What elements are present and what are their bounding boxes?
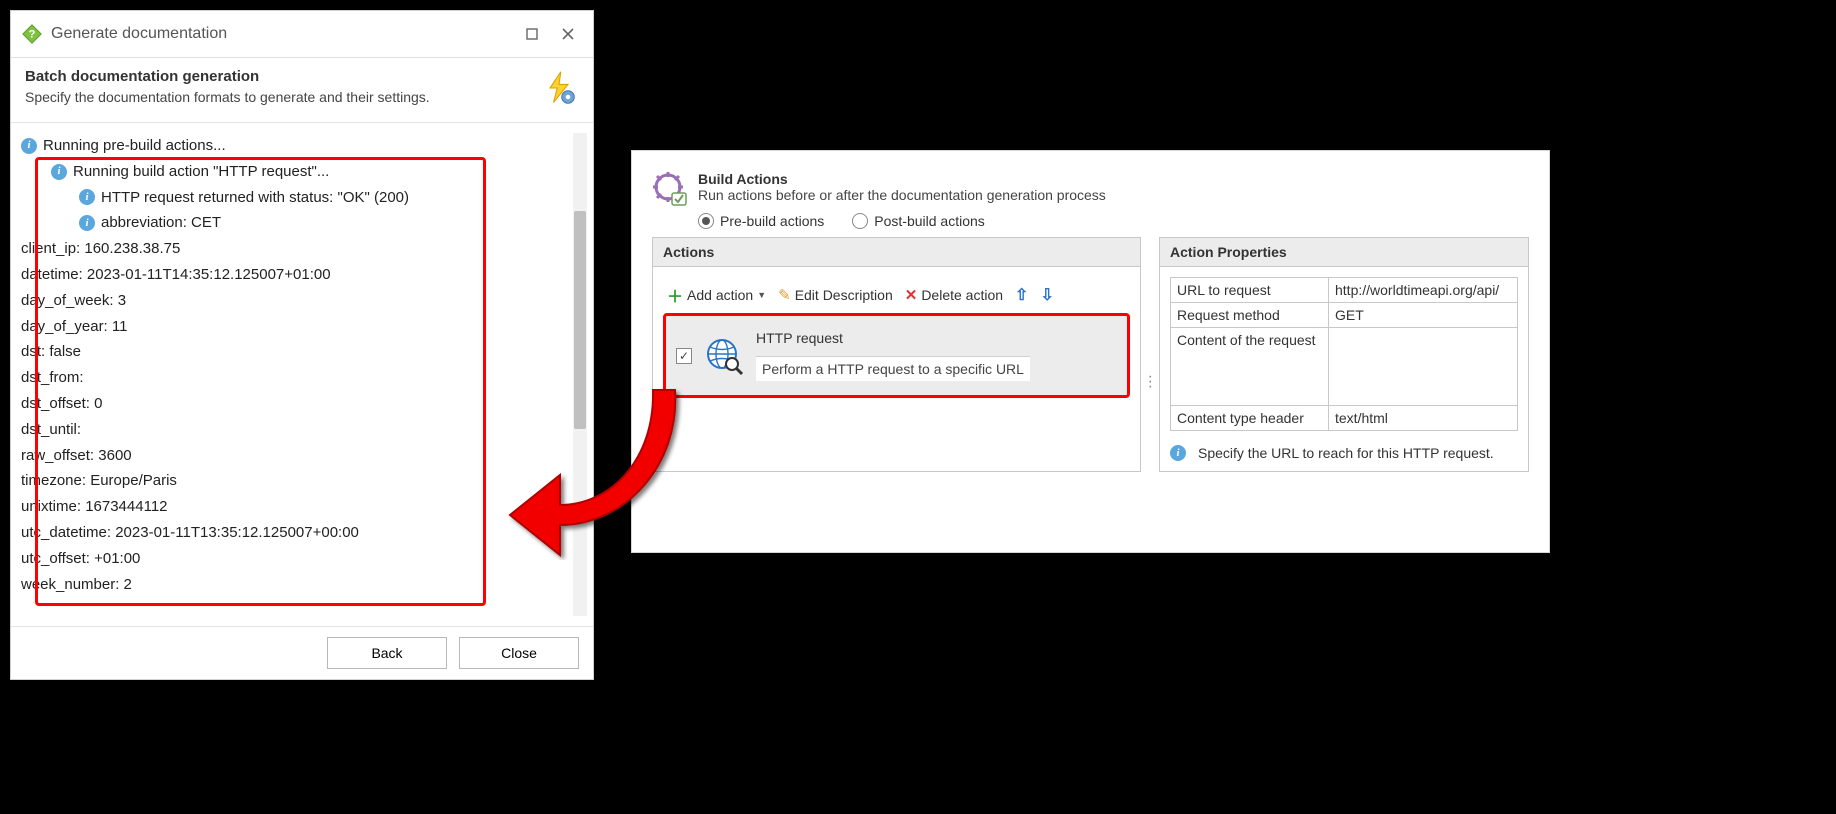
log-line: week_number: 2 [21,572,587,598]
properties-header: Action Properties [1160,238,1528,267]
action-checkbox[interactable]: ✓ [676,348,692,364]
prop-label: URL to request [1171,278,1329,303]
edit-description-button[interactable]: ✎ Edit Description [774,284,897,306]
info-icon: i [51,164,67,180]
arrow-up-icon: ⇧ [1015,285,1028,305]
prop-label: Request method [1171,303,1329,328]
prop-value-ctype[interactable]: text/html [1329,406,1518,431]
titlebar: ? Generate documentation [11,11,593,58]
close-button[interactable] [553,19,583,49]
edit-label: Edit Description [795,287,893,303]
log-line: dst: false [21,339,587,365]
action-item-http-request[interactable]: ✓ HTTP request [663,313,1130,398]
table-row: Content of the request [1171,328,1518,406]
log-line: day_of_week: 3 [21,288,587,314]
scrollbar[interactable] [573,133,587,616]
radio-label: Pre-build actions [720,213,824,229]
generate-documentation-dialog: ? Generate documentation Batch documenta… [10,10,594,680]
arrow-down-icon: ⇩ [1040,285,1053,305]
action-description: Perform a HTTP request to a specific URL [756,356,1030,381]
header-subtitle: Specify the documentation formats to gen… [25,89,430,105]
log-line: raw_offset: 3600 [21,443,587,469]
log-line: day_of_year: 11 [21,314,587,340]
info-icon: i [79,189,95,205]
log-line: timezone: Europe/Paris [21,468,587,494]
log-line: utc_offset: +01:00 [21,546,587,572]
move-up-button[interactable]: ⇧ [1011,283,1032,307]
log-line: iHTTP request returned with status: "OK"… [21,185,587,211]
table-row: Content type header text/html [1171,406,1518,431]
add-action-button[interactable]: ＋ Add action ▼ [663,281,770,309]
build-actions-title: Build Actions [698,171,1106,187]
plus-icon: ＋ [667,283,683,307]
prop-label: Content type header [1171,406,1329,431]
delete-icon: ✕ [905,286,918,304]
log-line: utc_datetime: 2023-01-11T13:35:12.125007… [21,520,587,546]
hint-text: Specify the URL to reach for this HTTP r… [1198,445,1494,461]
radio-icon [852,213,868,229]
move-down-button[interactable]: ⇩ [1036,283,1057,307]
prop-value-url[interactable]: http://worldtimeapi.org/api/ [1329,278,1518,303]
log-line: datetime: 2023-01-11T14:35:12.125007+01:… [21,262,587,288]
log-lines: iRunning pre-build actions... iRunning b… [19,129,589,601]
info-icon: i [79,215,95,231]
dialog-header: Batch documentation generation Specify t… [11,58,593,123]
delete-label: Delete action [921,287,1003,303]
resize-handle[interactable]: ··· [1148,374,1154,389]
globe-search-icon [704,336,744,376]
dialog-title: Generate documentation [51,25,511,43]
table-row: URL to request http://worldtimeapi.org/a… [1171,278,1518,303]
build-actions-subtitle: Run actions before or after the document… [698,187,1106,203]
post-build-radio[interactable]: Post-build actions [852,213,985,229]
close-dialog-button[interactable]: Close [459,637,579,669]
actions-header: Actions [653,238,1140,267]
log-line: client_ip: 160.238.38.75 [21,236,587,262]
back-button[interactable]: Back [327,637,447,669]
properties-table: URL to request http://worldtimeapi.org/a… [1170,277,1518,431]
minimize-button[interactable] [517,19,547,49]
build-actions-panel: Build Actions Run actions before or afte… [631,150,1550,553]
build-actions-header: Build Actions Run actions before or afte… [652,171,1529,207]
actions-column: Actions ＋ Add action ▼ ✎ Edit Descriptio… [652,237,1141,472]
dropdown-icon: ▼ [757,290,766,300]
log-line: unixtime: 1673444112 [21,494,587,520]
log-line: iRunning build action "HTTP request"... [21,159,587,185]
log-line: iRunning pre-build actions... [21,133,587,159]
svg-text:?: ? [29,29,36,41]
actions-toolbar: ＋ Add action ▼ ✎ Edit Description ✕ Dele… [663,281,1130,309]
app-icon: ? [21,23,43,45]
build-phase-radios: Pre-build actions Post-build actions [698,213,1529,229]
log-area: iRunning pre-build actions... iRunning b… [11,123,593,626]
prop-value-method[interactable]: GET [1329,303,1518,328]
properties-column: Action Properties URL to request http://… [1159,237,1529,472]
log-line: dst_from: [21,365,587,391]
prop-label: Content of the request [1171,328,1329,406]
delete-action-button[interactable]: ✕ Delete action [901,284,1007,306]
action-title: HTTP request [756,330,1030,346]
table-row: Request method GET [1171,303,1518,328]
prop-value-content[interactable] [1329,328,1518,406]
log-line: dst_until: [21,417,587,443]
log-line: iabbreviation: CET [21,210,587,236]
lightning-gear-icon [539,68,579,108]
info-icon: i [21,138,37,154]
log-line: dst_offset: 0 [21,391,587,417]
info-icon: i [1170,445,1186,461]
pre-build-radio[interactable]: Pre-build actions [698,213,824,229]
pencil-icon: ✎ [778,286,791,304]
header-title: Batch documentation generation [25,68,430,85]
dialog-button-bar: Back Close [11,626,593,679]
gear-check-icon [652,171,688,207]
hint-row: i Specify the URL to reach for this HTTP… [1170,445,1518,461]
scrollbar-thumb[interactable] [574,211,586,429]
radio-label: Post-build actions [874,213,985,229]
add-action-label: Add action [687,287,753,303]
radio-selected-icon [698,213,714,229]
